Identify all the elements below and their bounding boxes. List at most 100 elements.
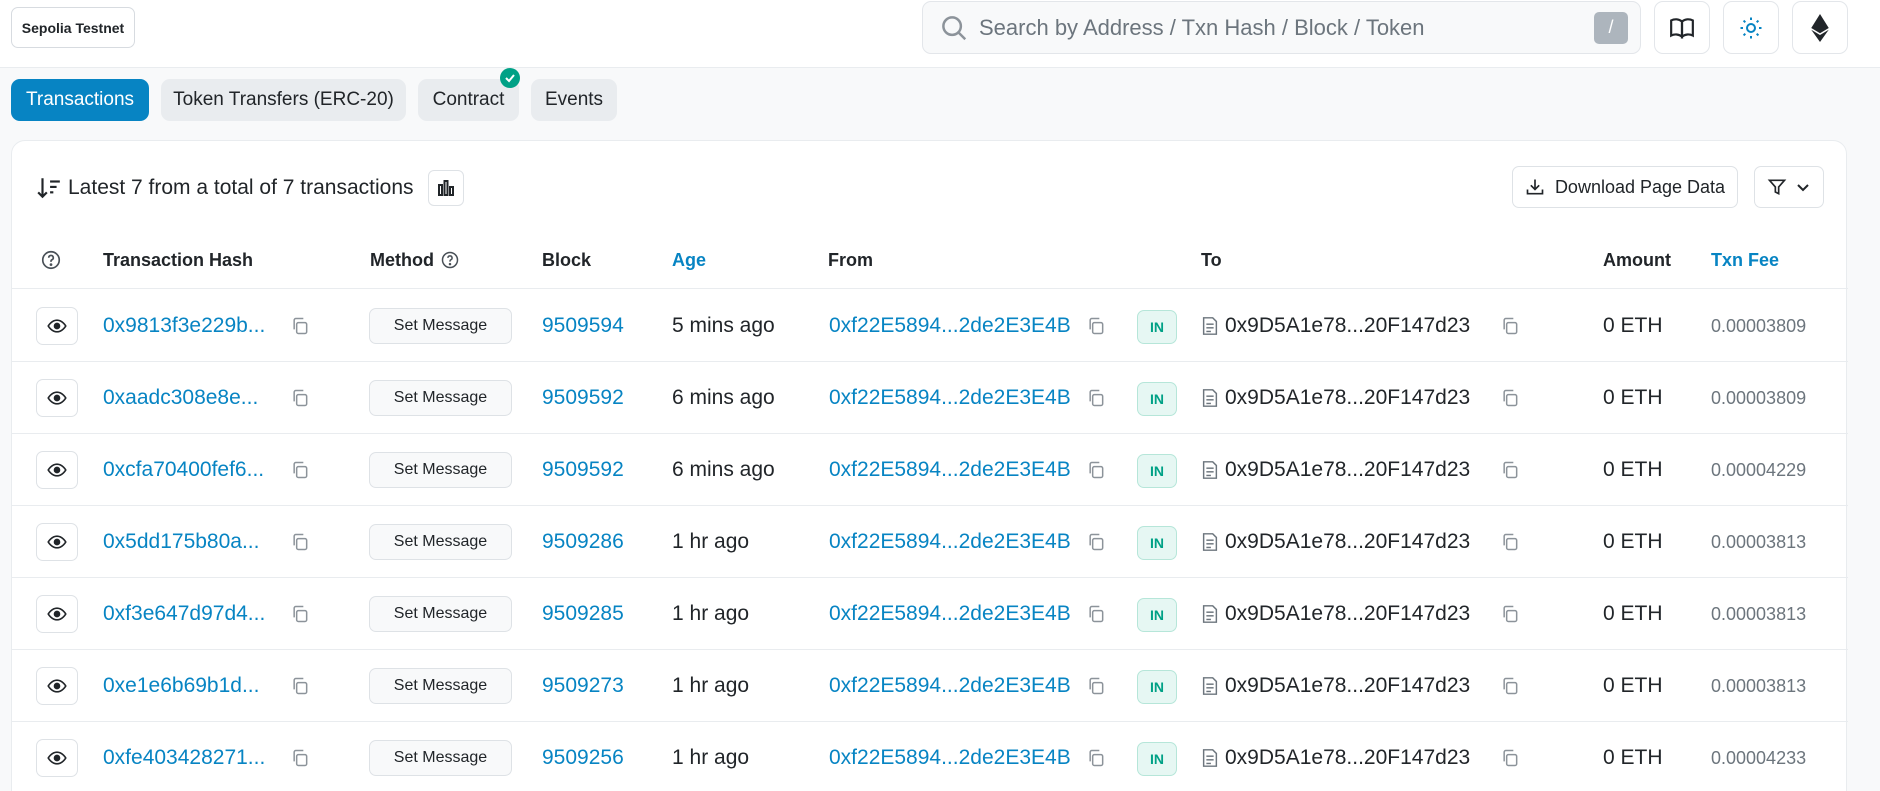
search-input[interactable] xyxy=(979,7,1594,48)
amount-text: 0 ETH xyxy=(1603,674,1663,697)
from-address-link[interactable]: 0xf22E5894...2de2E3E4B xyxy=(829,650,1071,722)
txn-hash-link[interactable]: 0x9813f3e229b... xyxy=(103,290,265,362)
copy-to-button[interactable] xyxy=(1500,362,1520,434)
copy-hash-button[interactable] xyxy=(290,650,310,722)
block-link[interactable]: 9509592 xyxy=(542,434,624,506)
copy-icon xyxy=(1503,749,1518,767)
from-address-link[interactable]: 0xf22E5894...2de2E3E4B xyxy=(829,722,1071,791)
txn-hash-link[interactable]: 0xcfa70400fef6... xyxy=(103,434,264,506)
copy-to-button[interactable] xyxy=(1500,290,1520,362)
copy-from-button[interactable] xyxy=(1086,362,1106,434)
view-details-button[interactable] xyxy=(36,379,78,417)
txn-hash-link[interactable]: 0xf3e647d97d4... xyxy=(103,578,265,650)
eye-icon xyxy=(47,319,67,333)
block-link[interactable]: 9509592 xyxy=(542,362,624,434)
copy-hash-button[interactable] xyxy=(290,290,310,362)
block-link[interactable]: 9509594 xyxy=(542,290,624,362)
to-address-text[interactable]: 0x9D5A1e78...20F147d23 xyxy=(1225,578,1470,650)
tab-events[interactable]: Events xyxy=(531,79,617,121)
contract-icon xyxy=(1201,722,1219,791)
theme-toggle-button[interactable] xyxy=(1723,1,1779,54)
copy-from-button[interactable] xyxy=(1086,722,1106,791)
copy-to-button[interactable] xyxy=(1500,650,1520,722)
txn-fee-text: 0.00003813 xyxy=(1711,675,1807,696)
copy-hash-button[interactable] xyxy=(290,578,310,650)
from-address-link[interactable]: 0xf22E5894...2de2E3E4B xyxy=(829,578,1071,650)
copy-to-button[interactable] xyxy=(1500,578,1520,650)
to-address-text[interactable]: 0x9D5A1e78...20F147d23 xyxy=(1225,434,1470,506)
block-link[interactable]: 9509256 xyxy=(542,722,624,791)
method-badge[interactable]: Set Message xyxy=(369,452,512,488)
copy-hash-button[interactable] xyxy=(290,722,310,791)
copy-to-button[interactable] xyxy=(1500,434,1520,506)
copy-hash-button[interactable] xyxy=(290,362,310,434)
copy-icon xyxy=(1089,389,1104,407)
info-help-icon[interactable] xyxy=(40,231,62,289)
tab-transactions[interactable]: Transactions xyxy=(11,79,149,121)
docs-button[interactable] xyxy=(1654,1,1710,54)
method-badge[interactable]: Set Message xyxy=(369,308,512,344)
view-details-button[interactable] xyxy=(36,451,78,489)
to-address-text[interactable]: 0x9D5A1e78...20F147d23 xyxy=(1225,722,1470,791)
view-details-button[interactable] xyxy=(36,667,78,705)
txn-hash-link[interactable]: 0x5dd175b80a... xyxy=(103,506,259,578)
age-text: 1 hr ago xyxy=(672,746,750,769)
eye-icon xyxy=(47,463,67,477)
to-address-text[interactable]: 0x9D5A1e78...20F147d23 xyxy=(1225,362,1470,434)
view-details-button[interactable] xyxy=(36,307,78,345)
method-badge[interactable]: Set Message xyxy=(369,596,512,632)
block-link[interactable]: 9509286 xyxy=(542,506,624,578)
contract-icon xyxy=(1201,434,1219,506)
method-badge[interactable]: Set Message xyxy=(369,740,512,776)
block-link[interactable]: 9509273 xyxy=(542,650,624,722)
copy-from-button[interactable] xyxy=(1086,290,1106,362)
copy-icon xyxy=(1503,605,1518,623)
txn-hash-link[interactable]: 0xaadc308e8e... xyxy=(103,362,258,434)
table-row: 0xe1e6b69b1d... Set Message 9509273 1 hr… xyxy=(12,650,1848,722)
view-details-button[interactable] xyxy=(36,739,78,777)
network-switch-button[interactable] xyxy=(1792,1,1848,54)
txn-hash-link[interactable]: 0xe1e6b69b1d... xyxy=(103,650,259,722)
txn-hash-link[interactable]: 0xfe403428271... xyxy=(103,722,265,791)
from-address-link[interactable]: 0xf22E5894...2de2E3E4B xyxy=(829,290,1071,362)
copy-from-button[interactable] xyxy=(1086,434,1106,506)
tab-token-transfers[interactable]: Token Transfers (ERC-20) xyxy=(161,79,406,121)
method-badge[interactable]: Set Message xyxy=(369,524,512,560)
copy-to-button[interactable] xyxy=(1500,506,1520,578)
copy-icon xyxy=(1503,533,1518,551)
to-address-text[interactable]: 0x9D5A1e78...20F147d23 xyxy=(1225,290,1470,362)
from-address-link[interactable]: 0xf22E5894...2de2E3E4B xyxy=(829,434,1071,506)
table-row: 0xaadc308e8e... Set Message 9509592 6 mi… xyxy=(12,362,1848,434)
contract-icon xyxy=(1201,650,1219,722)
copy-from-button[interactable] xyxy=(1086,650,1106,722)
method-badge[interactable]: Set Message xyxy=(369,380,512,416)
copy-hash-button[interactable] xyxy=(290,434,310,506)
column-txn-fee[interactable]: Txn Fee xyxy=(1711,231,1779,289)
method-badge[interactable]: Set Message xyxy=(369,668,512,704)
column-from: From xyxy=(828,249,873,270)
filter-button[interactable] xyxy=(1754,166,1824,208)
copy-to-button[interactable] xyxy=(1500,722,1520,791)
column-age[interactable]: Age xyxy=(672,231,706,289)
network-badge[interactable]: Sepolia Testnet xyxy=(11,7,135,48)
eye-icon xyxy=(47,535,67,549)
contract-icon xyxy=(1201,362,1219,434)
to-address-text[interactable]: 0x9D5A1e78...20F147d23 xyxy=(1225,506,1470,578)
copy-from-button[interactable] xyxy=(1086,578,1106,650)
from-address-link[interactable]: 0xf22E5894...2de2E3E4B xyxy=(829,362,1071,434)
chart-button[interactable] xyxy=(427,170,464,206)
copy-icon xyxy=(1089,317,1104,335)
eye-icon xyxy=(47,751,67,765)
view-details-button[interactable] xyxy=(36,523,78,561)
view-details-button[interactable] xyxy=(36,595,78,633)
download-page-data-button[interactable]: Download Page Data xyxy=(1512,166,1738,208)
to-address-text[interactable]: 0x9D5A1e78...20F147d23 xyxy=(1225,650,1470,722)
table-row: 0x5dd175b80a... Set Message 9509286 1 hr… xyxy=(12,506,1848,578)
copy-from-button[interactable] xyxy=(1086,506,1106,578)
from-address-link[interactable]: 0xf22E5894...2de2E3E4B xyxy=(829,506,1071,578)
tab-contract[interactable]: Contract xyxy=(418,68,520,121)
copy-hash-button[interactable] xyxy=(290,506,310,578)
copy-icon xyxy=(1089,677,1104,695)
method-help-icon[interactable] xyxy=(440,250,460,270)
block-link[interactable]: 9509285 xyxy=(542,578,624,650)
